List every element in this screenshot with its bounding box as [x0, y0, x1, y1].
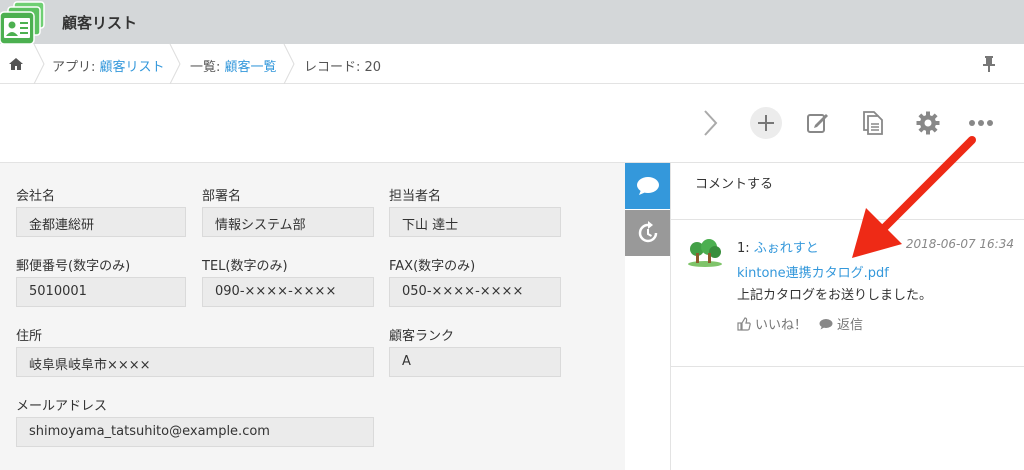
reply-bubble-icon — [819, 318, 833, 329]
record-form: 会社名 金都連総研 部署名 情報システム部 担当者名 下山 達士 郵便番号(数字… — [0, 163, 625, 470]
duplicate-icon — [863, 111, 883, 135]
pin-icon[interactable] — [982, 55, 996, 73]
comment-item: 1: ふぉれすと 2018-06-07 16:34 kintone連携カタログ.… — [671, 221, 1024, 367]
add-record-button[interactable] — [748, 105, 784, 141]
address-value: 岐阜県岐阜市×××× — [16, 347, 374, 377]
tel-value: 090-××××-×××× — [202, 277, 374, 307]
record-toolbar — [0, 85, 1024, 163]
customer-list-app-icon[interactable] — [0, 0, 46, 45]
breadcrumb-app[interactable]: アプリ: 顧客リスト — [52, 56, 165, 75]
breadcrumb-separator — [283, 44, 295, 84]
gear-icon — [916, 111, 940, 135]
breadcrumb-view-prefix: 一覧: — [190, 60, 225, 75]
fax-label: FAX(数字のみ) — [389, 259, 476, 274]
zip-value: 5010001 — [16, 277, 186, 307]
like-button[interactable]: いいね！ — [737, 314, 807, 333]
email-label: メールアドレス — [16, 399, 108, 414]
breadcrumb-view-link[interactable]: 顧客一覧 — [225, 60, 277, 75]
comment-attachment-link[interactable]: kintone連携カタログ.pdf — [737, 262, 889, 281]
chevron-right-icon — [704, 110, 718, 136]
breadcrumb-record: レコード: 20 — [304, 60, 382, 75]
edit-record-button[interactable] — [800, 105, 836, 141]
breadcrumb: アプリ: 顧客リスト 一覧: 顧客一覧 レコード: 20 — [0, 44, 1024, 84]
comment-text: 上記カタログをお送りしました。 — [737, 288, 933, 303]
like-label: いいね！ — [755, 318, 808, 333]
plus-icon — [750, 107, 782, 139]
app-header: 顧客リスト — [0, 0, 1024, 45]
comment-number: 1: — [737, 241, 754, 256]
company-value: 金都連総研 — [16, 207, 186, 237]
rank-label: 顧客ランク — [389, 329, 455, 344]
breadcrumb-separator — [169, 44, 181, 84]
settings-button[interactable] — [910, 105, 946, 141]
comment-author-link[interactable]: ふぉれすと — [754, 241, 819, 256]
reply-button[interactable]: 返信 — [819, 314, 863, 333]
avatar — [687, 239, 723, 267]
comment-prompt: コメントする — [695, 177, 774, 192]
person-label: 担当者名 — [389, 189, 442, 204]
duplicate-record-button[interactable] — [855, 105, 891, 141]
thumbs-up-icon — [737, 316, 751, 331]
comment-input[interactable]: コメントする — [671, 163, 1024, 220]
comment-bubble-icon — [637, 177, 659, 195]
address-label: 住所 — [16, 329, 43, 344]
breadcrumb-app-prefix: アプリ: — [52, 60, 100, 75]
reply-label: 返信 — [837, 318, 864, 333]
tel-label: TEL(数字のみ) — [202, 259, 288, 274]
home-icon[interactable] — [8, 56, 24, 72]
department-label: 部署名 — [202, 189, 242, 204]
comment-actions: いいね！ 返信 — [737, 314, 863, 333]
history-icon — [638, 221, 658, 243]
breadcrumb-app-link[interactable]: 顧客リスト — [100, 60, 165, 75]
rank-value: A — [389, 347, 561, 377]
comment-author: 1: ふぉれすと — [737, 237, 819, 256]
app-title: 顧客リスト — [62, 14, 138, 32]
fax-value: 050-××××-×××× — [389, 277, 561, 307]
next-record-button[interactable] — [692, 105, 728, 141]
comment-timestamp: 2018-06-07 16:34 — [905, 237, 1014, 251]
tab-history[interactable] — [625, 210, 671, 256]
department-value: 情報システム部 — [202, 207, 374, 237]
email-value: shimoyama_tatsuhito@example.com — [16, 417, 374, 447]
breadcrumb-separator — [33, 44, 45, 84]
person-value: 下山 達士 — [389, 207, 561, 237]
edit-icon — [807, 114, 828, 133]
breadcrumb-view[interactable]: 一覧: 顧客一覧 — [190, 56, 277, 75]
company-label: 会社名 — [16, 189, 56, 204]
more-actions-button[interactable] — [963, 105, 999, 141]
tab-comments[interactable] — [625, 163, 671, 209]
zip-label: 郵便番号(数字のみ) — [16, 259, 131, 274]
more-icon — [969, 120, 993, 126]
